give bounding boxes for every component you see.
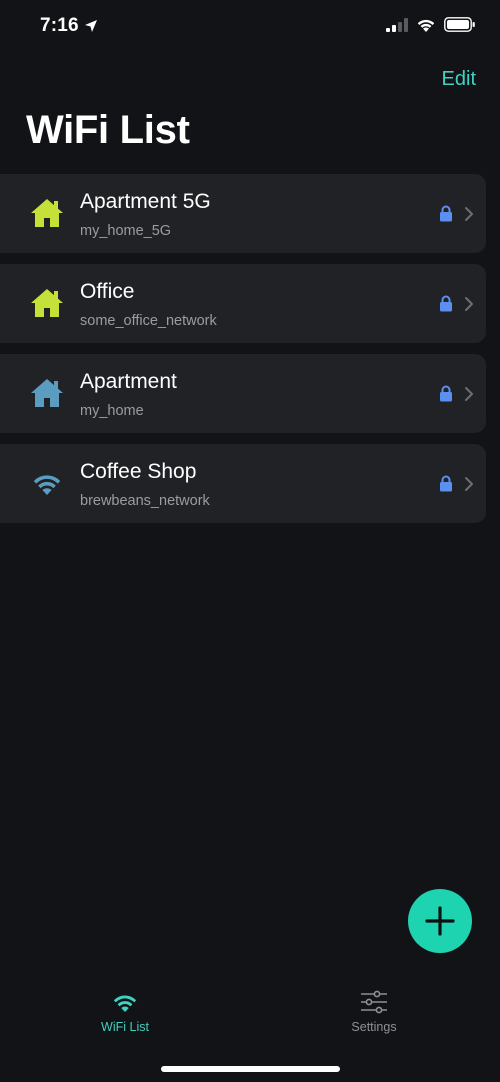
status-time: 7:16 bbox=[40, 15, 79, 36]
wifi-list-item[interactable]: Apartment my_home bbox=[0, 354, 486, 433]
lock-icon bbox=[440, 385, 452, 402]
home-indicator[interactable] bbox=[161, 1066, 340, 1072]
lock-icon bbox=[440, 205, 452, 222]
status-bar: 7:16 bbox=[0, 0, 500, 56]
chevron-right-icon bbox=[465, 477, 473, 491]
battery-icon bbox=[444, 17, 475, 32]
home-icon bbox=[31, 379, 63, 407]
home-icon bbox=[31, 199, 63, 227]
location-arrow-icon bbox=[85, 20, 97, 32]
network-ssid: my_home_5G bbox=[80, 223, 172, 239]
wifi-list-item[interactable]: Office some_office_network bbox=[0, 264, 486, 343]
chevron-right-icon bbox=[465, 207, 473, 221]
network-name: Office bbox=[80, 280, 135, 303]
tab-wifi-list[interactable]: WiFi List bbox=[65, 990, 185, 1034]
tab-settings[interactable]: Settings bbox=[314, 990, 434, 1034]
plus-icon bbox=[425, 906, 455, 936]
home-icon bbox=[31, 289, 63, 317]
chevron-right-icon bbox=[465, 387, 473, 401]
wifi-list: Apartment 5G my_home_5G Office some_offi… bbox=[0, 174, 486, 534]
wifi-icon bbox=[33, 475, 61, 495]
wifi-icon bbox=[113, 995, 137, 1012]
network-ssid: some_office_network bbox=[80, 313, 217, 329]
status-icons bbox=[386, 17, 476, 32]
network-ssid: my_home bbox=[80, 403, 144, 419]
page-title: WiFi List bbox=[26, 108, 190, 152]
network-ssid: brewbeans_network bbox=[80, 493, 210, 509]
network-name: Coffee Shop bbox=[80, 460, 197, 483]
wifi-list-item[interactable]: Coffee Shop brewbeans_network bbox=[0, 444, 486, 523]
edit-button[interactable]: Edit bbox=[442, 68, 476, 91]
lock-icon bbox=[440, 295, 452, 312]
tab-label: WiFi List bbox=[101, 1020, 149, 1034]
chevron-right-icon bbox=[465, 297, 473, 311]
network-name: Apartment bbox=[80, 370, 177, 393]
wifi-icon bbox=[417, 19, 435, 32]
network-name: Apartment 5G bbox=[80, 190, 211, 213]
lock-icon bbox=[440, 475, 452, 492]
add-network-button[interactable] bbox=[408, 889, 472, 953]
cellular-signal-icon bbox=[386, 17, 408, 32]
tab-label: Settings bbox=[351, 1020, 397, 1034]
wifi-list-item[interactable]: Apartment 5G my_home_5G bbox=[0, 174, 486, 253]
sliders-icon bbox=[361, 990, 387, 1014]
